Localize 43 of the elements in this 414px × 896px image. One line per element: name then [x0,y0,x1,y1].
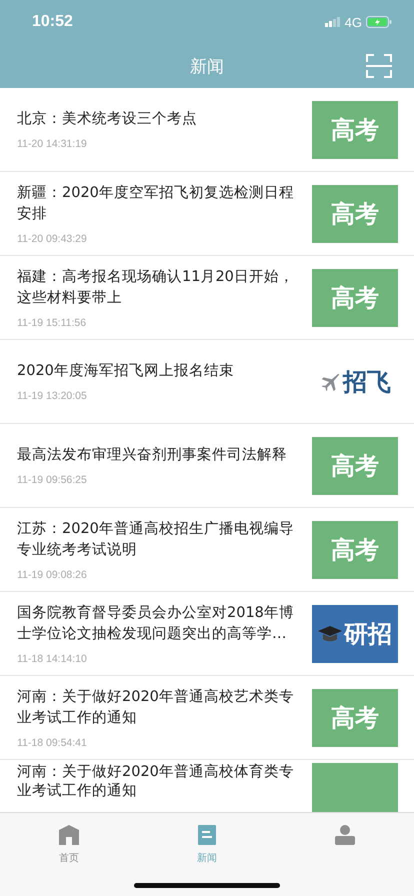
news-title: 国务院教育督导委员会办公室对2018年博士学位论文抽检发现问题突出的高等学… [17,604,295,644]
news-title: 2020年度海军招飞网上报名结束 [17,362,235,381]
graduation-cap-icon [318,624,342,642]
scan-icon[interactable] [366,54,392,78]
person-icon [335,825,355,845]
news-time: 11-19 15:11:56 [17,316,88,328]
news-title: 江苏：2020年普通高校招生广播电视编导专业统考考试说明 [17,520,295,560]
news-title: 最高法发布审理兴奋剂刑事案件司法解释 [17,446,288,465]
category-thumbnail: 高考 [312,184,398,242]
news-time: 11-18 09:54:41 [17,736,88,748]
thumbnail-label: 研招 [344,618,392,650]
news-time: 11-19 09:08:26 [17,568,88,580]
news-time: 11-20 14:31:19 [17,138,88,150]
category-thumbnail: 高考 [312,268,398,326]
news-item[interactable]: 最高法发布审理兴奋剂刑事案件司法解释 11-19 09:56:25 高考 [0,424,414,508]
status-time: 10:52 [32,13,73,31]
news-item[interactable]: 河南：关于做好2020年普通高校艺术类专业考试工作的通知 11-18 09:54:41 高考 [0,676,414,760]
signal-icon [324,17,341,27]
category-thumbnail: 高考 [312,520,398,578]
news-title: 河南：关于做好2020年普通高校艺术类专业考试工作的通知 [17,688,295,728]
news-time: 11-20 09:43:29 [17,232,88,244]
thumbnail-label: 招飞 [343,366,391,398]
news-time: 11-18 14:14:10 [17,652,88,664]
news-time: 11-19 13:20:05 [17,390,88,402]
document-icon [198,825,216,845]
battery-icon [366,16,392,28]
news-title: 河南：关于做好2020年普通高校体育类专业考试工作的通知 [17,763,295,801]
news-item[interactable]: 福建：高考报名现场确认11月20日开始，这些材料要带上 11-19 15:11:56 高考 [0,256,414,340]
news-time: 11-19 09:56:25 [17,474,88,486]
category-thumbnail: 高考 [312,688,398,746]
news-item[interactable]: 2020年度海军招飞网上报名结束 11-19 13:20:05 招飞 [0,340,414,424]
category-thumbnail: 高考 [312,436,398,494]
news-item[interactable]: 江苏：2020年普通高校招生广播电视编导专业统考考试说明 11-19 09:08:26 高考 [0,508,414,592]
home-icon [59,825,79,845]
network-label: 4G [344,14,362,30]
news-title: 福建：高考报名现场确认11月20日开始，这些材料要带上 [17,268,295,308]
news-item[interactable]: 北京：美术统考设三个考点 11-20 14:31:19 高考 [0,88,414,172]
page-title: 新闻 [190,56,224,78]
news-title: 新疆：2020年度空军招飞初复选检测日程安排 [17,184,295,224]
category-thumbnail: 高考 [312,100,398,158]
news-title: 北京：美术统考设三个考点 [17,110,198,129]
news-item[interactable]: 新疆：2020年度空军招飞初复选检测日程安排 11-20 09:43:29 高考 [0,172,414,256]
news-item[interactable]: 国务院教育督导委员会办公室对2018年博士学位论文抽检发现问题突出的高等学… 11-18 14:14:10 研招 [0,592,414,676]
